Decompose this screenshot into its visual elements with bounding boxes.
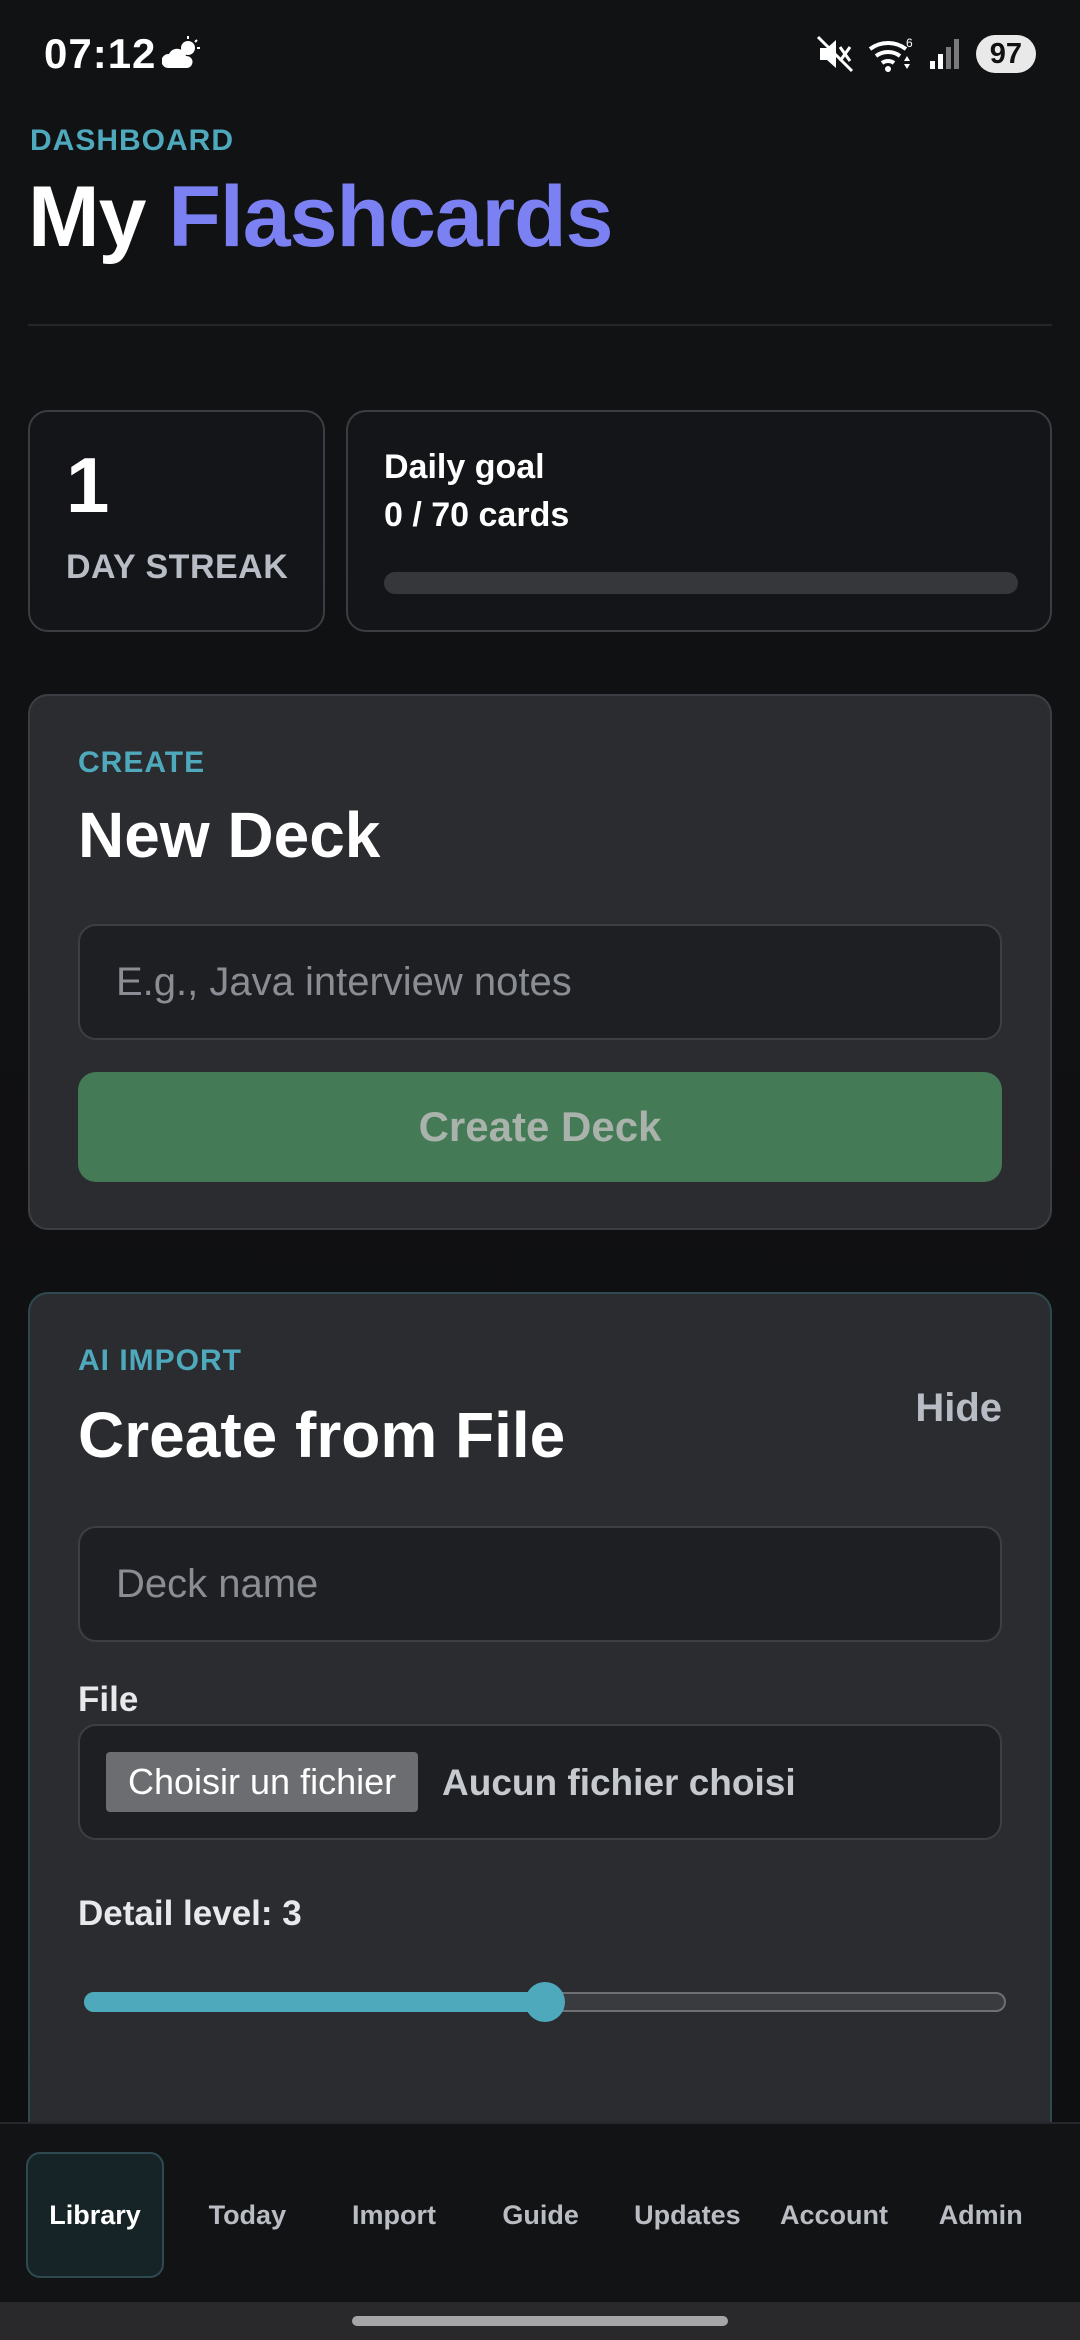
deck-title-input[interactable] [78, 924, 1002, 1040]
header-divider [28, 324, 1052, 326]
create-deck-button[interactable]: Create Deck [78, 1072, 1002, 1182]
hide-button[interactable]: Hide [915, 1386, 1002, 1431]
nav-item-guide[interactable]: Guide [467, 2152, 614, 2278]
nav-item-account[interactable]: Account [761, 2152, 908, 2278]
file-picker: Choisir un fichier Aucun fichier choisi [78, 1724, 1002, 1840]
status-icons: 6 97 [816, 34, 1036, 74]
create-title: New Deck [78, 799, 381, 871]
daily-goal-title: Daily goal [384, 448, 545, 486]
signal-icon [929, 39, 959, 69]
nav-item-library[interactable]: Library [26, 2152, 164, 2278]
import-title: Create from File [78, 1399, 566, 1471]
streak-value: 1 [66, 441, 110, 529]
header-eyebrow: DASHBOARD [30, 124, 234, 157]
page-title: My Flashcards [28, 168, 613, 267]
nav-item-updates[interactable]: Updates [614, 2152, 761, 2278]
page-title-plain: My [28, 169, 169, 265]
create-deck-panel: CREATE New Deck Create Deck [28, 694, 1052, 1230]
battery-indicator: 97 [975, 35, 1036, 73]
nav-item-today[interactable]: Today [174, 2152, 321, 2278]
detail-level-label: Detail level: 3 [78, 1894, 302, 1933]
wifi-badge: 6 [906, 36, 913, 50]
import-eyebrow: AI IMPORT [78, 1344, 242, 1377]
status-bar: 07:12 6 97 [0, 0, 1080, 112]
daily-goal-card: Daily goal 0 / 70 cards [346, 410, 1052, 632]
daily-goal-progress-bar [384, 572, 1018, 594]
slider-thumb[interactable] [525, 1982, 565, 2022]
streak-label: DAY STREAK [66, 548, 289, 586]
file-status: Aucun fichier choisi [442, 1762, 796, 1803]
system-home-bar [0, 2302, 1080, 2340]
bottom-navigation: Library Today Import Guide Updates Accou… [0, 2122, 1080, 2302]
slider-fill [84, 1992, 545, 2012]
status-time: 07:12 [44, 30, 157, 77]
choose-file-button[interactable]: Choisir un fichier [106, 1752, 419, 1812]
detail-level-slider[interactable] [84, 1982, 1006, 2022]
deck-name-input[interactable] [78, 1526, 1002, 1642]
home-indicator[interactable] [352, 2316, 728, 2326]
mute-icon [816, 35, 853, 73]
wifi-icon: 6 [868, 36, 913, 72]
create-eyebrow: CREATE [78, 746, 206, 779]
page-title-accent: Flashcards [168, 169, 613, 265]
app-screen: 07:12 6 97 DASHBOARD My Flashcards 1 DAY… [0, 0, 1080, 2340]
file-label: File [78, 1680, 139, 1719]
nav-item-admin[interactable]: Admin [907, 2152, 1054, 2278]
nav-item-import[interactable]: Import [321, 2152, 468, 2278]
streak-card: 1 DAY STREAK [28, 410, 325, 632]
daily-goal-count: 0 / 70 cards [384, 496, 570, 534]
weather-cloud-sun-icon [162, 36, 200, 68]
